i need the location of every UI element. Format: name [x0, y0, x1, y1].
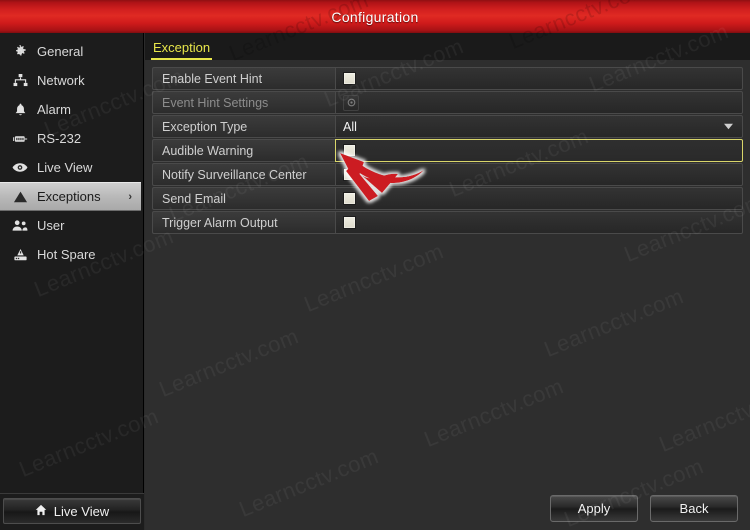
row-field — [335, 67, 743, 90]
sidebar-item-live-view[interactable]: Live View — [0, 153, 143, 182]
main-panel: Exception Enable Event Hint Event Hint S… — [145, 33, 750, 530]
row-label: Notify Surveillance Center — [152, 163, 335, 186]
exception-settings-form: Enable Event Hint Event Hint Settings Ex… — [145, 60, 750, 234]
sidebar-item-label: General — [37, 44, 84, 59]
sidebar-item-label: Hot Spare — [37, 247, 96, 262]
live-view-button-label: Live View — [53, 503, 110, 519]
sidebar-item-label: Exceptions — [37, 189, 101, 204]
chevron-down-icon — [724, 122, 733, 131]
sidebar-item-label: RS-232 — [37, 131, 82, 146]
users-icon — [11, 218, 29, 234]
gear-icon — [11, 44, 29, 60]
hot-spare-icon — [11, 247, 29, 263]
trigger-alarm-output-checkbox[interactable] — [343, 216, 356, 229]
window-title: Configuration — [331, 8, 419, 25]
row-label: Send Email — [152, 187, 335, 210]
configuration-window: Configuration General Network Alarm RS-2… — [0, 0, 750, 530]
live-view-button[interactable]: Live View — [3, 498, 141, 524]
audible-warning-checkbox[interactable] — [343, 144, 356, 157]
row-send-email: Send Email — [152, 187, 743, 210]
eye-icon — [11, 160, 29, 176]
row-label: Event Hint Settings — [152, 91, 335, 114]
home-icon — [35, 504, 47, 519]
row-notify-surveillance-center: Notify Surveillance Center — [152, 163, 743, 186]
serial-port-icon — [11, 131, 29, 147]
alarm-bell-icon — [11, 102, 29, 118]
row-field — [335, 91, 743, 114]
action-buttons: Apply Back — [550, 495, 738, 522]
row-field — [335, 211, 743, 234]
sidebar-item-rs232[interactable]: RS-232 — [0, 124, 143, 153]
row-enable-event-hint: Enable Event Hint — [152, 67, 743, 90]
row-label: Enable Event Hint — [152, 67, 335, 90]
sidebar-item-alarm[interactable]: Alarm — [0, 95, 143, 124]
row-exception-type: Exception Type All — [152, 115, 743, 138]
exception-type-dropdown[interactable]: All — [335, 115, 743, 138]
row-label: Exception Type — [152, 115, 335, 138]
sidebar-item-hot-spare[interactable]: Hot Spare — [0, 240, 143, 269]
exception-type-value: All — [343, 119, 357, 134]
row-field — [335, 139, 743, 162]
row-field — [335, 187, 743, 210]
sidebar: General Network Alarm RS-232 Live View E… — [0, 33, 144, 530]
row-label: Trigger Alarm Output — [152, 211, 335, 234]
row-audible-warning: Audible Warning — [152, 139, 743, 162]
sidebar-item-general[interactable]: General — [0, 37, 143, 66]
chevron-right-icon: › — [128, 190, 132, 203]
sidebar-nav: General Network Alarm RS-232 Live View E… — [0, 33, 143, 269]
send-email-checkbox[interactable] — [343, 192, 356, 205]
sidebar-footer: Live View — [0, 493, 144, 530]
sidebar-item-user[interactable]: User — [0, 211, 143, 240]
tab-exception[interactable]: Exception — [151, 40, 213, 60]
row-event-hint-settings: Event Hint Settings — [152, 91, 743, 114]
sidebar-item-label: Network — [37, 73, 85, 88]
row-field — [335, 163, 743, 186]
row-label: Audible Warning — [152, 139, 335, 162]
sidebar-item-exceptions[interactable]: Exceptions › — [0, 182, 141, 211]
gear-icon — [347, 94, 356, 112]
sidebar-item-label: User — [37, 218, 65, 233]
sidebar-item-network[interactable]: Network — [0, 66, 143, 95]
tab-bar: Exception — [145, 33, 750, 60]
window-titlebar: Configuration — [0, 0, 750, 33]
network-icon — [11, 73, 29, 89]
sidebar-item-label: Live View — [37, 160, 93, 175]
notify-surveillance-center-checkbox[interactable] — [343, 168, 356, 181]
sidebar-item-label: Alarm — [37, 102, 71, 117]
back-button[interactable]: Back — [650, 495, 738, 522]
apply-button[interactable]: Apply — [550, 495, 638, 522]
warning-triangle-icon — [11, 189, 29, 205]
event-hint-settings-button[interactable] — [343, 94, 359, 112]
enable-event-hint-checkbox[interactable] — [343, 72, 356, 85]
row-trigger-alarm-output: Trigger Alarm Output — [152, 211, 743, 234]
